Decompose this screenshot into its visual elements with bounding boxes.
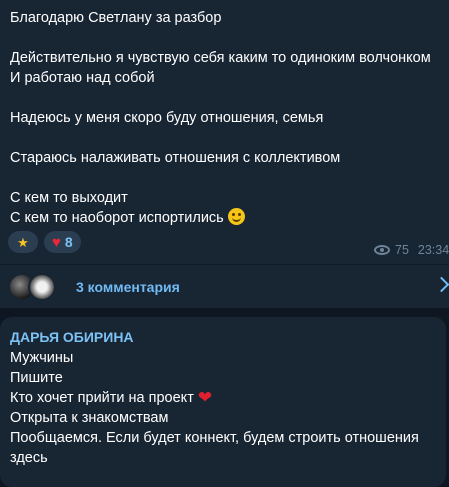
- post-line: Благодарю Светлану за разбор: [10, 10, 222, 26]
- comment-line: здесь: [10, 450, 48, 466]
- comments-button[interactable]: 3 комментария: [0, 265, 449, 308]
- post-blank-line: [10, 28, 449, 48]
- reaction-count: 8: [64, 234, 73, 250]
- reactions: ★ ♥ 8: [8, 231, 81, 253]
- reaction-heart-button[interactable]: ♥ 8: [44, 231, 81, 253]
- comment-bubble: ДАРЬЯ ОБИРИНА Мужчины Пишите Кто хочет п…: [0, 317, 446, 487]
- commenter-avatars: [8, 272, 64, 301]
- smiling-face-icon: [227, 208, 245, 225]
- comments-label: 3 комментария: [76, 278, 180, 295]
- comment-line-with-heart: Кто хочет прийти на проект ❤: [10, 388, 419, 408]
- post-line: Надеюсь у меня скоро буду отношения, сем…: [10, 110, 324, 126]
- post-line: С кем то выходит: [10, 190, 128, 206]
- post-line: Действительно я чувствую себя каким то о…: [10, 50, 431, 66]
- post-line: Стараюсь налаживать отношения с коллекти…: [10, 150, 341, 166]
- eye-icon: [374, 245, 390, 255]
- comment-line: Пообщаемся. Если будет коннект, будем ст…: [10, 430, 419, 446]
- star-icon: ★: [17, 234, 29, 250]
- post-blank-line: [10, 168, 449, 188]
- reaction-star-button[interactable]: ★: [8, 231, 38, 253]
- post-line-text: С кем то наоборот испортились: [10, 210, 224, 226]
- avatar: [28, 272, 56, 301]
- comment-line-text: Кто хочет прийти на проект: [10, 390, 194, 406]
- chevron-right-icon: [433, 276, 449, 293]
- comment-author[interactable]: ДАРЬЯ ОБИРИНА: [10, 329, 134, 345]
- post-meta: 75 23:34: [374, 243, 449, 257]
- heart-icon: ♥: [52, 233, 61, 251]
- channel-post: Благодарю Светлану за разбор Действитель…: [0, 0, 449, 308]
- post-time: 23:34: [417, 243, 449, 257]
- comment-line: Открыта к знакомствам: [10, 410, 169, 426]
- post-last-line: С кем то наоборот испортились: [10, 208, 449, 228]
- post-line: И работаю над собой: [10, 70, 155, 86]
- comment-line: Мужчины: [10, 350, 74, 366]
- red-heart-icon: ❤: [197, 388, 213, 407]
- post-blank-line: [10, 88, 449, 108]
- post-text: Благодарю Светлану за разбор Действитель…: [10, 8, 449, 228]
- comment-text: Мужчины Пишите Кто хочет прийти на проек…: [10, 348, 419, 468]
- comment-line: Пишите: [10, 370, 63, 386]
- post-blank-line: [10, 128, 449, 148]
- views-count: 75: [395, 243, 409, 257]
